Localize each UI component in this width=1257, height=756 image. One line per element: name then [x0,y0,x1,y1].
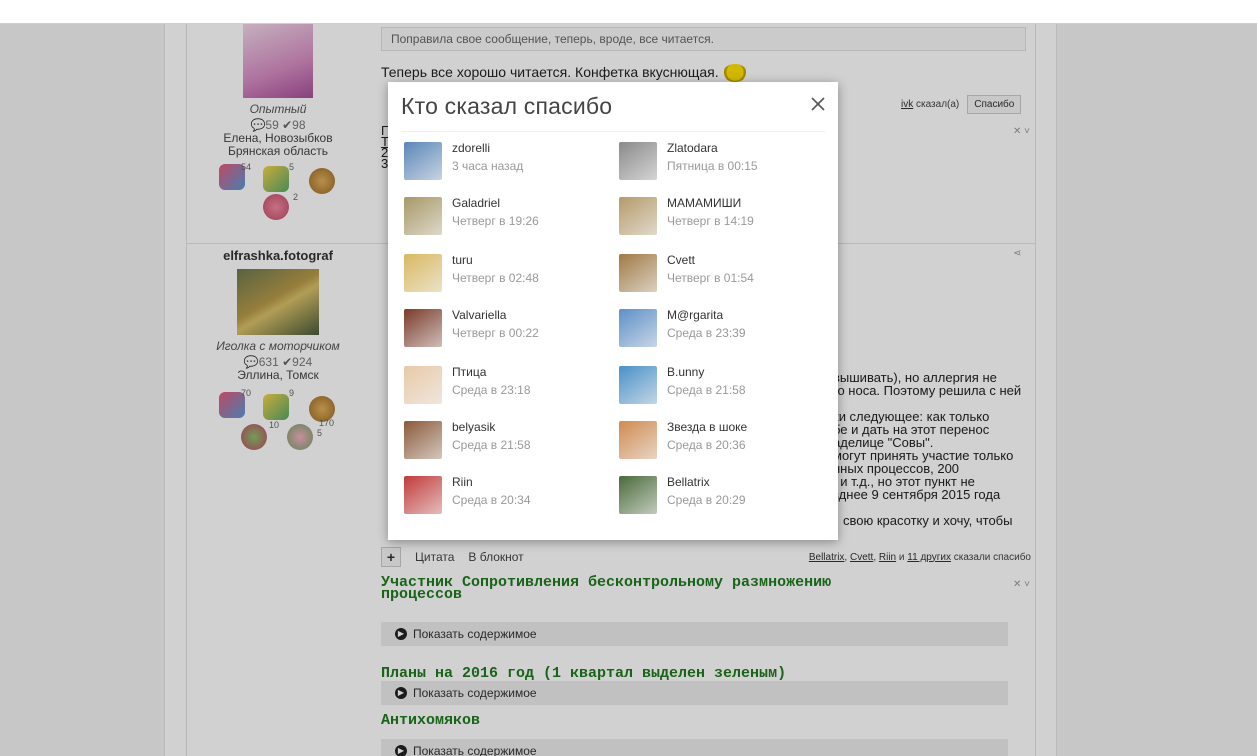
avatar[interactable] [404,476,442,514]
thanks-time: Пятница в 00:15 [667,159,758,173]
thanks-user-info: turu Четверг в 02:48 [452,253,539,295]
thanks-user-info: Galadriel Четверг в 19:26 [452,196,539,238]
avatar[interactable] [619,421,657,459]
thanks-time: Среда в 21:58 [452,438,531,452]
thanks-time: Четверг в 19:26 [452,214,539,228]
thanks-user-name[interactable]: Звезда в шоке [667,420,747,434]
thanks-user-name[interactable]: M@rgarita [667,308,746,322]
avatar[interactable] [404,309,442,347]
thanks-time: Среда в 23:39 [667,326,746,340]
thanks-user-info: Valvariella Четверг в 00:22 [452,308,539,350]
thanks-time: Среда в 23:18 [452,383,531,397]
thanks-time: Среда в 20:36 [667,438,746,452]
thanks-user-item[interactable]: Bellatrix Среда в 20:29 [619,473,746,517]
thanks-time: Четверг в 00:22 [452,326,539,340]
thanks-user-name[interactable]: Riin [452,475,531,489]
thanks-user-info: Zlatodara Пятница в 00:15 [667,141,758,183]
thanks-user-info: Звезда в шоке Среда в 20:36 [667,420,747,462]
thanks-user-name[interactable]: МАМАМИШИ [667,196,754,210]
thanks-user-item[interactable]: Zlatodara Пятница в 00:15 [619,139,758,183]
thanks-time: Четверг в 14:19 [667,214,754,228]
thanks-time: Четверг в 01:54 [667,271,754,285]
thanks-user-item[interactable]: turu Четверг в 02:48 [404,251,539,295]
avatar[interactable] [619,309,657,347]
thanks-user-info: zdorelli 3 часа назад [452,141,523,183]
avatar[interactable] [404,421,442,459]
thanks-user-name[interactable]: belyasik [452,420,531,434]
thanks-user-info: M@rgarita Среда в 23:39 [667,308,746,350]
avatar[interactable] [619,476,657,514]
avatar[interactable] [404,366,442,404]
thanks-time: Среда в 21:58 [667,383,746,397]
thanks-user-item[interactable]: M@rgarita Среда в 23:39 [619,306,746,350]
avatar[interactable] [404,142,442,180]
thanks-user-item[interactable]: Galadriel Четверг в 19:26 [404,194,539,238]
thanks-time: 3 часа назад [452,159,524,173]
thanks-modal: Кто сказал спасибо zdorelli 3 часа назад Z… [388,82,838,540]
avatar[interactable] [619,197,657,235]
thanks-user-item[interactable]: zdorelli 3 часа назад [404,139,523,183]
thanks-user-name[interactable]: Bellatrix [667,475,746,489]
thanks-time: Среда в 20:34 [452,493,531,507]
thanks-user-info: Riin Среда в 20:34 [452,475,531,517]
thanks-user-name[interactable]: Птица [452,365,531,379]
thanks-user-item[interactable]: Cvett Четверг в 01:54 [619,251,754,295]
thanks-user-info: Cvett Четверг в 01:54 [667,253,754,295]
thanks-user-info: B.unny Среда в 21:58 [667,365,746,407]
avatar[interactable] [619,254,657,292]
divider [401,131,825,132]
browser-toolbar [0,0,1257,24]
thanks-user-item[interactable]: Valvariella Четверг в 00:22 [404,306,539,350]
thanks-time: Среда в 20:29 [667,493,746,507]
thanks-user-name[interactable]: Valvariella [452,308,539,322]
thanks-user-name[interactable]: Galadriel [452,196,539,210]
thanks-user-info: МАМАМИШИ Четверг в 14:19 [667,196,754,238]
thanks-user-item[interactable]: B.unny Среда в 21:58 [619,363,746,407]
thanks-user-info: Bellatrix Среда в 20:29 [667,475,746,517]
thanks-user-name[interactable]: Zlatodara [667,141,758,155]
thanks-user-item[interactable]: МАМАМИШИ Четверг в 14:19 [619,194,754,238]
avatar[interactable] [619,142,657,180]
avatar[interactable] [404,254,442,292]
modal-title: Кто сказал спасибо [401,93,613,119]
avatar[interactable] [619,366,657,404]
avatar[interactable] [404,197,442,235]
thanks-user-info: belyasik Среда в 21:58 [452,420,531,462]
thanks-user-name[interactable]: Cvett [667,253,754,267]
thanks-user-name[interactable]: zdorelli [452,141,523,155]
thanks-time: Четверг в 02:48 [452,271,539,285]
thanks-user-item[interactable]: Riin Среда в 20:34 [404,473,531,517]
thanks-user-name[interactable]: turu [452,253,539,267]
thanks-user-item[interactable]: belyasik Среда в 21:58 [404,418,531,462]
thanks-user-item[interactable]: Птица Среда в 23:18 [404,363,531,407]
thanks-user-item[interactable]: Звезда в шоке Среда в 20:36 [619,418,747,462]
thanks-user-info: Птица Среда в 23:18 [452,365,531,407]
thanks-user-name[interactable]: B.unny [667,365,746,379]
close-icon[interactable] [810,96,826,112]
